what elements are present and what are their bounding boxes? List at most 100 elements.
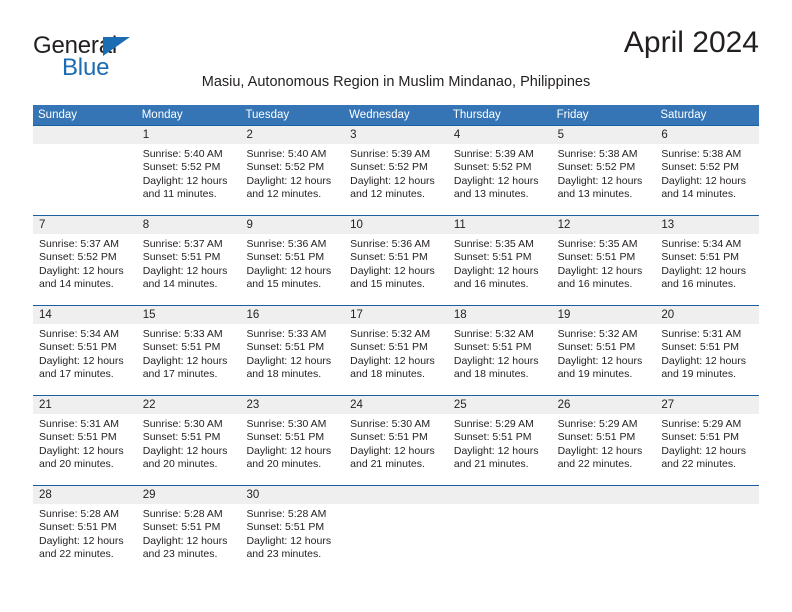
daylight-text-line2: and 17 minutes. [39,368,114,381]
day-cell[interactable] [448,504,552,575]
day-cell[interactable]: Sunrise: 5:35 AM Sunset: 5:51 PM Dayligh… [448,234,552,305]
calendar-week-row: 21 22 23 24 25 26 27 Sunrise: 5:31 AM Su… [33,395,759,485]
day-cell[interactable]: Sunrise: 5:39 AM Sunset: 5:52 PM Dayligh… [344,144,448,215]
day-cell[interactable]: Sunrise: 5:40 AM Sunset: 5:52 PM Dayligh… [240,144,344,215]
daylight-text-line1: Daylight: 12 hours [39,534,124,547]
day-number: 27 [661,399,675,411]
daylight-text-line2: and 11 minutes. [142,188,217,201]
daylight-text-line1: Daylight: 12 hours [39,264,124,277]
day-number: 3 [350,129,357,141]
day-cell[interactable]: Sunrise: 5:40 AM Sunset: 5:52 PM Dayligh… [137,144,241,215]
day-cell[interactable]: Sunrise: 5:30 AM Sunset: 5:51 PM Dayligh… [344,414,448,485]
sunrise-text: Sunrise: 5:35 AM [453,238,534,250]
sunset-text: Sunset: 5:51 PM [142,251,221,264]
day-cell[interactable]: Sunrise: 5:28 AM Sunset: 5:51 PM Dayligh… [240,504,344,575]
day-number: 30 [246,489,260,501]
sunrise-text: Sunrise: 5:29 AM [557,418,638,430]
sunrise-text: Sunrise: 5:37 AM [142,238,223,250]
daylight-text-line2: and 20 minutes. [246,458,322,471]
sunrise-text: Sunrise: 5:40 AM [246,148,327,160]
day-number: 10 [350,219,363,231]
day-cell[interactable]: Sunrise: 5:34 AM Sunset: 5:51 PM Dayligh… [33,324,137,395]
daylight-text-line2: and 16 minutes. [453,278,529,291]
day-cell[interactable]: Sunrise: 5:38 AM Sunset: 5:52 PM Dayligh… [655,144,759,215]
week-date-band: 21 22 23 24 25 26 27 [33,396,759,414]
day-cell[interactable]: Sunrise: 5:33 AM Sunset: 5:51 PM Dayligh… [137,324,241,395]
daylight-text-line2: and 21 minutes. [350,458,425,471]
sunset-text: Sunset: 5:51 PM [350,431,428,444]
day-number: 2 [246,129,253,141]
day-cell[interactable]: Sunrise: 5:31 AM Sunset: 5:51 PM Dayligh… [655,324,759,395]
sunrise-text: Sunrise: 5:31 AM [661,328,742,340]
daylight-text-line1: Daylight: 12 hours [350,444,435,457]
week-detail-row: Sunrise: 5:40 AM Sunset: 5:52 PM Dayligh… [33,144,759,215]
daylight-text-line2: and 15 minutes. [246,278,322,291]
day-cell[interactable]: Sunrise: 5:32 AM Sunset: 5:51 PM Dayligh… [448,324,552,395]
day-cell[interactable]: Sunrise: 5:30 AM Sunset: 5:51 PM Dayligh… [240,414,344,485]
daylight-text-line1: Daylight: 12 hours [453,174,539,187]
day-cell[interactable]: Sunrise: 5:36 AM Sunset: 5:51 PM Dayligh… [344,234,448,305]
week-detail-row: Sunrise: 5:28 AM Sunset: 5:51 PM Dayligh… [33,504,759,575]
day-cell[interactable]: Sunrise: 5:32 AM Sunset: 5:51 PM Dayligh… [344,324,448,395]
day-cell[interactable]: Sunrise: 5:37 AM Sunset: 5:51 PM Dayligh… [137,234,241,305]
day-cell[interactable]: Sunrise: 5:29 AM Sunset: 5:51 PM Dayligh… [448,414,552,485]
day-cell[interactable]: Sunrise: 5:34 AM Sunset: 5:51 PM Dayligh… [655,234,759,305]
day-number: 11 [453,219,466,231]
calendar-week-row: 28 29 30 Sunrise: 5:28 AM Sunset: 5:51 P… [33,485,759,575]
day-cell[interactable]: Sunrise: 5:28 AM Sunset: 5:51 PM Dayligh… [137,504,241,575]
daylight-text-line1: Daylight: 12 hours [39,444,124,457]
sunrise-text: Sunrise: 5:40 AM [142,148,223,160]
day-number: 26 [557,399,571,411]
day-cell[interactable] [344,504,448,575]
daylight-text-line1: Daylight: 12 hours [453,264,539,277]
sunset-text: Sunset: 5:51 PM [246,431,325,444]
day-cell[interactable]: Sunrise: 5:39 AM Sunset: 5:52 PM Dayligh… [448,144,552,215]
sunrise-text: Sunrise: 5:28 AM [246,508,327,520]
weekday-header-monday: Monday [141,109,183,121]
day-cell[interactable]: Sunrise: 5:30 AM Sunset: 5:51 PM Dayligh… [137,414,241,485]
day-cell[interactable]: Sunrise: 5:36 AM Sunset: 5:51 PM Dayligh… [240,234,344,305]
sunrise-text: Sunrise: 5:38 AM [661,148,742,160]
sunset-text: Sunset: 5:51 PM [142,431,221,444]
page-title: April 2024 [623,26,759,59]
day-number: 28 [39,489,52,501]
day-cell[interactable]: Sunrise: 5:38 AM Sunset: 5:52 PM Dayligh… [552,144,656,215]
page-subtitle: Masiu, Autonomous Region in Muslim Minda… [201,74,591,90]
weekday-header-row: Sunday Monday Tuesday Wednesday Thursday… [33,105,759,125]
daylight-text-line1: Daylight: 12 hours [557,264,643,277]
day-cell[interactable]: Sunrise: 5:31 AM Sunset: 5:51 PM Dayligh… [33,414,137,485]
daylight-text-line1: Daylight: 12 hours [661,174,746,187]
day-number: 25 [453,399,467,411]
day-number [344,486,448,504]
day-cell[interactable]: Sunrise: 5:33 AM Sunset: 5:51 PM Dayligh… [240,324,344,395]
sunrise-text: Sunrise: 5:33 AM [142,328,223,340]
daylight-text-line2: and 14 minutes. [661,188,737,201]
daylight-text-line2: and 19 minutes. [557,368,633,381]
day-number: 5 [557,129,564,141]
daylight-text-line1: Daylight: 12 hours [246,534,332,547]
calendar-week-row: 1 2 3 4 5 6 Sunrise: 5:40 AM Sunset: 5:5… [33,125,759,215]
sunrise-text: Sunrise: 5:35 AM [557,238,638,250]
day-number [33,126,137,144]
day-cell[interactable] [33,144,137,215]
day-cell[interactable] [655,504,759,575]
daylight-text-line2: and 17 minutes. [142,368,218,381]
daylight-text-line1: Daylight: 12 hours [246,354,332,367]
day-cell[interactable]: Sunrise: 5:32 AM Sunset: 5:51 PM Dayligh… [552,324,656,395]
day-cell[interactable]: Sunrise: 5:29 AM Sunset: 5:51 PM Dayligh… [552,414,656,485]
day-cell[interactable]: Sunrise: 5:29 AM Sunset: 5:51 PM Dayligh… [655,414,759,485]
sunrise-text: Sunrise: 5:33 AM [246,328,327,340]
day-cell[interactable]: Sunrise: 5:37 AM Sunset: 5:52 PM Dayligh… [33,234,137,305]
day-cell[interactable] [552,504,656,575]
daylight-text-line2: and 16 minutes. [661,278,737,291]
daylight-text-line2: and 22 minutes. [661,458,737,471]
day-cell[interactable]: Sunrise: 5:28 AM Sunset: 5:51 PM Dayligh… [33,504,137,575]
daylight-text-line2: and 23 minutes. [246,548,322,561]
day-cell[interactable]: Sunrise: 5:35 AM Sunset: 5:51 PM Dayligh… [552,234,656,305]
day-number: 21 [39,399,52,411]
calendar-grid: Sunday Monday Tuesday Wednesday Thursday… [33,105,759,575]
sunset-text: Sunset: 5:51 PM [246,341,325,354]
sunrise-text: Sunrise: 5:28 AM [39,508,119,520]
sunset-text: Sunset: 5:51 PM [246,251,325,264]
sunset-text: Sunset: 5:52 PM [142,161,221,174]
